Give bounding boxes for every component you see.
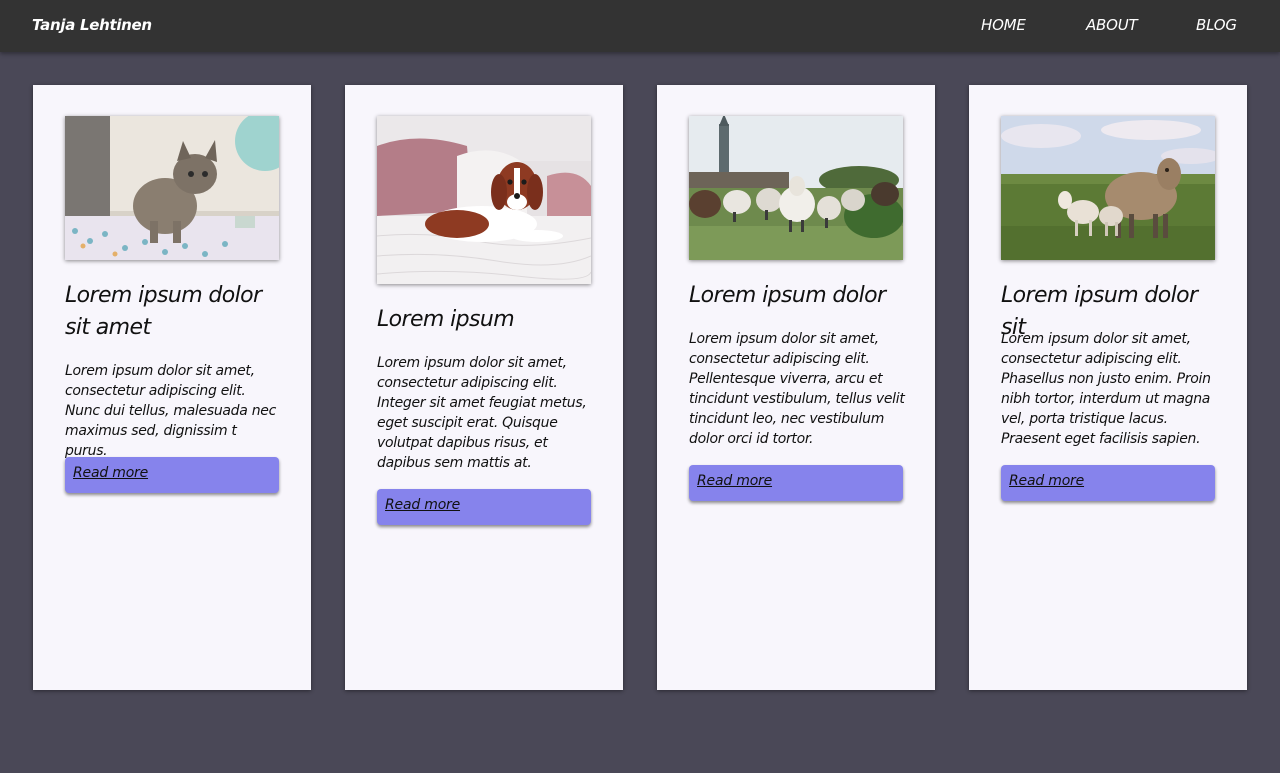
card-title: Lorem ipsum <box>377 307 515 332</box>
read-more-button[interactable]: Read more <box>65 457 279 493</box>
nav-about-link[interactable]: ABOUT <box>1086 16 1138 34</box>
card-kitten: Lorem ipsum dolor sit amet Lorem ipsum d… <box>33 85 311 690</box>
card-sheep-lambs: Lorem ipsum dolor sit Lorem ipsum dolor … <box>969 85 1247 690</box>
card-dog: Lorem ipsum Lorem ipsum dolor sit amet, … <box>345 85 623 690</box>
read-more-button[interactable]: Read more <box>1001 465 1215 501</box>
sheep-flock-photo <box>689 116 903 260</box>
nav-home-link[interactable]: HOME <box>981 16 1026 34</box>
sheep-lambs-photo <box>1001 116 1215 260</box>
card-text: Lorem ipsum dolor sit amet, consectetur … <box>65 363 276 459</box>
kitten-photo <box>65 116 279 260</box>
card-sheep-flock: Lorem ipsum dolor Lorem ipsum dolor sit … <box>657 85 935 690</box>
card-title: Lorem ipsum dolor sit amet <box>65 283 262 340</box>
top-navbar: Tanja Lehtinen HOME ABOUT BLOG <box>0 0 1280 52</box>
card-text: Lorem ipsum dolor sit amet, consectetur … <box>377 355 587 471</box>
card-text: Lorem ipsum dolor sit amet, consectetur … <box>1001 331 1211 447</box>
dog-photo <box>377 116 591 284</box>
brand-name[interactable]: Tanja Lehtinen <box>32 16 152 34</box>
card-text: Lorem ipsum dolor sit amet, consectetur … <box>689 331 905 447</box>
nav-blog-link[interactable]: BLOG <box>1196 16 1237 34</box>
card-title: Lorem ipsum dolor <box>689 283 886 308</box>
read-more-button[interactable]: Read more <box>377 489 591 525</box>
read-more-button[interactable]: Read more <box>689 465 903 501</box>
